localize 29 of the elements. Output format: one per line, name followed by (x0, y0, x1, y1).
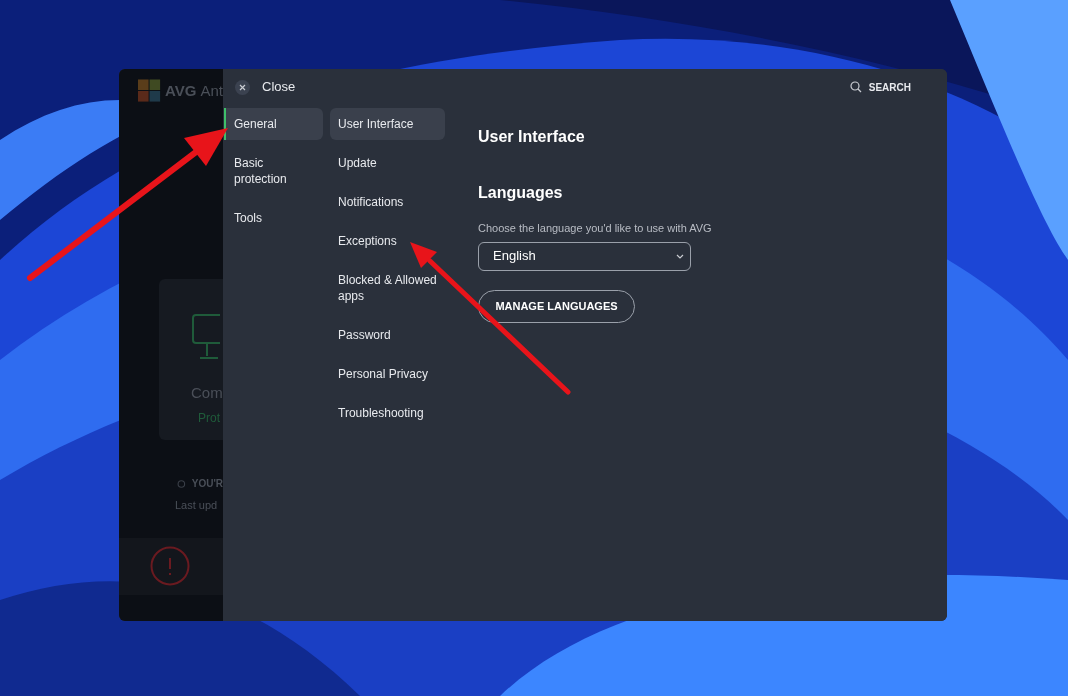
status-subtitle: Prot (198, 409, 221, 427)
section-title: Languages (478, 183, 564, 203)
close-icon (235, 79, 250, 95)
subcategory-item[interactable]: User Interface (330, 108, 445, 140)
logo-icon (138, 79, 162, 103)
category-item[interactable]: Basic protection (224, 147, 323, 195)
subcategory-item[interactable]: Update (330, 147, 445, 179)
subcategory-item[interactable]: Personal Privacy (330, 358, 445, 390)
subcategory-item[interactable]: Troubleshooting (330, 397, 445, 429)
category-item[interactable]: General (224, 108, 323, 140)
subcategory-item[interactable]: Password (330, 319, 445, 351)
language-description: Choose the language you'd like to use with AVG (478, 221, 713, 236)
subcategory-item[interactable]: Notifications (330, 186, 445, 218)
language-dropdown[interactable]: English (478, 241, 691, 271)
update-status: YOU'R (191, 477, 223, 491)
subcategory-item[interactable]: Exceptions (330, 225, 445, 257)
search-button[interactable]: SEARCH (849, 79, 911, 95)
subcategory-item[interactable]: Blocked & Allowed apps (330, 264, 445, 312)
last-update-text: Last upd (175, 498, 219, 513)
refresh-icon (177, 477, 186, 490)
caret-icon (676, 253, 684, 259)
monitor-icon (192, 314, 220, 360)
page-title: User Interface (478, 127, 586, 147)
close-button[interactable]: Close (235, 77, 296, 97)
search-icon (849, 81, 862, 93)
app-title: Ant (200, 80, 223, 101)
category-item[interactable]: Tools (224, 202, 323, 234)
alert-icon (150, 546, 190, 586)
app-logo-text: AVG (165, 80, 197, 101)
